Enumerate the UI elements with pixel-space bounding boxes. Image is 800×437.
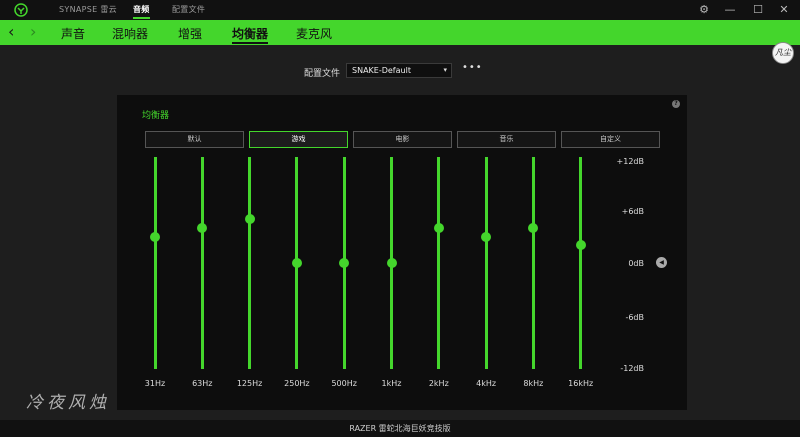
preset-music[interactable]: 音乐 <box>457 131 556 148</box>
eq-slider-track-8kHz[interactable] <box>531 157 535 369</box>
nav-item-mixer[interactable]: 混响器 <box>112 25 148 42</box>
equalizer-title: 均衡器 <box>142 111 170 121</box>
equalizer-panel: 均衡器 ? 默认 游戏 电影 音乐 自定义 +12dB +6dB 0dB -6d… <box>117 95 687 410</box>
watermark-text: 冷夜风烛 <box>26 393 110 413</box>
eq-slider-track-31Hz[interactable] <box>153 157 157 369</box>
nav-item-microphone[interactable]: 麦克风 <box>296 25 332 42</box>
eq-slider-knob-250Hz[interactable] <box>291 258 302 268</box>
preset-movie[interactable]: 电影 <box>353 131 452 148</box>
eq-slider-knob-16kHz[interactable] <box>575 240 586 251</box>
eq-frequency-label: 500Hz <box>331 379 357 388</box>
db-label: -12dB <box>620 364 644 373</box>
eq-slider-track-4kHz[interactable] <box>484 157 488 369</box>
eq-slider-knob-2kHz[interactable] <box>433 222 444 233</box>
eq-frequency-label: 250Hz <box>284 379 310 388</box>
tab-audio[interactable]: 音频 <box>133 4 150 15</box>
preset-game[interactable]: 游戏 <box>249 131 348 148</box>
profile-label: 配置文件 <box>304 69 341 79</box>
eq-slider-track-63Hz[interactable] <box>200 157 204 369</box>
db-label: +12dB <box>616 157 644 166</box>
db-label: -6dB <box>625 313 644 322</box>
more-options-icon[interactable]: ••• <box>462 62 483 73</box>
eq-slider-knob-125Hz[interactable] <box>244 213 255 224</box>
eq-slider-knob-4kHz[interactable] <box>481 231 492 242</box>
active-nav-indicator <box>232 42 268 44</box>
maximize-icon[interactable]: ☐ <box>748 2 768 18</box>
eq-slider-knob-31Hz[interactable] <box>150 231 160 242</box>
eq-frequency-label: 1kHz <box>381 379 402 388</box>
nav-item-sound[interactable]: 声音 <box>61 25 85 42</box>
preset-default[interactable]: 默认 <box>145 131 244 148</box>
help-icon[interactable]: ? <box>672 100 680 108</box>
eq-slider-knob-500Hz[interactable] <box>339 258 350 268</box>
eq-frequency-label: 4kHz <box>476 379 497 388</box>
eq-slider-knob-1kHz[interactable] <box>386 258 397 268</box>
eq-frequency-label: 125Hz <box>236 379 263 388</box>
title-bar: SYNAPSE 雷云 音频 配置文件 ⚙ — ☐ ✕ <box>0 0 800 20</box>
close-icon[interactable]: ✕ <box>774 2 794 18</box>
eq-frequency-label: 31Hz <box>144 379 166 388</box>
eq-slider-track-16kHz[interactable] <box>579 157 583 369</box>
minimize-icon[interactable]: — <box>720 2 740 18</box>
active-tab-indicator <box>133 17 150 19</box>
nav-item-equalizer[interactable]: 均衡器 <box>232 25 268 42</box>
db-label: 0dB <box>628 259 644 268</box>
eq-frequency-label: 2kHz <box>428 379 449 388</box>
eq-frequency-label: 16kHz <box>568 379 594 388</box>
db-label: +6dB <box>621 207 644 216</box>
device-name-footer: RAZER 雷蛇北海巨妖竞技版 <box>0 420 800 437</box>
chevron-down-icon: ▾ <box>443 66 447 74</box>
nav-item-enhance[interactable]: 增强 <box>178 25 202 42</box>
eq-frequency-label: 63Hz <box>192 379 213 388</box>
profile-dropdown-value: SNAKE-Default <box>352 66 411 75</box>
user-avatar[interactable]: 凡尘 <box>772 42 794 64</box>
eq-slider-track-2kHz[interactable] <box>437 157 441 369</box>
tab-synapse[interactable]: SYNAPSE 雷云 <box>59 4 117 15</box>
razer-logo-icon[interactable] <box>14 3 28 17</box>
collapse-arrow-icon[interactable]: ◀ <box>656 257 667 268</box>
settings-gear-icon[interactable]: ⚙ <box>694 2 714 18</box>
eq-frequency-label: 8kHz <box>523 379 544 388</box>
tab-profiles[interactable]: 配置文件 <box>172 4 205 15</box>
back-arrow-icon[interactable]: ‹ <box>8 23 14 41</box>
forward-arrow-icon[interactable]: › <box>30 23 36 41</box>
eq-slider-knob-8kHz[interactable] <box>528 222 539 233</box>
preset-custom[interactable]: 自定义 <box>561 131 660 148</box>
profile-dropdown[interactable]: SNAKE-Default ▾ <box>346 63 452 78</box>
eq-slider-track-125Hz[interactable] <box>248 157 252 369</box>
sub-navigation-bar: ‹ › 声音 混响器 增强 均衡器 麦克风 凡尘 <box>0 20 800 64</box>
eq-slider-knob-63Hz[interactable] <box>197 222 208 233</box>
